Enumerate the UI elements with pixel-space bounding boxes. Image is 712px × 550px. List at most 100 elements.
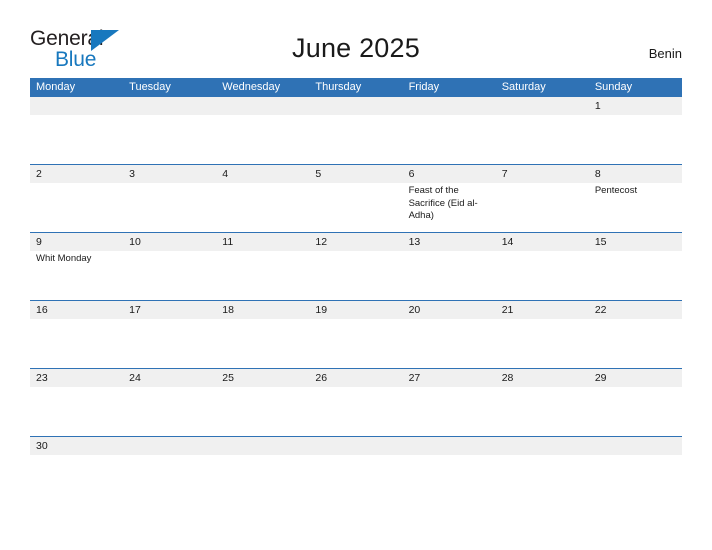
day-number <box>409 97 491 115</box>
day-number: 6 <box>408 168 415 180</box>
weekday-header-sunday: Sunday <box>594 81 633 93</box>
calendar-empty-cell <box>496 97 589 164</box>
calendar-week-row: 16 17 18 19 20 21 22 <box>30 300 682 368</box>
calendar-day-cell[interactable]: 21 <box>496 301 589 368</box>
day-number: 24 <box>129 372 141 384</box>
week-day-cells: 9 Whit Monday 10 11 12 13 14 15 <box>30 233 682 300</box>
calendar-day-cell[interactable]: 19 <box>309 301 402 368</box>
day-number: 30 <box>36 440 48 452</box>
weekday-header-row: Monday Tuesday Wednesday Thursday Friday… <box>30 78 682 97</box>
calendar-empty-cell <box>403 437 496 455</box>
calendar-weeks: 1 2 3 4 5 6 Feast of the Sacrifice (Eid al-Adh… <box>30 97 682 455</box>
weekday-header-tuesday: Tuesday <box>129 81 171 93</box>
weekday-header-friday: Friday <box>408 81 440 93</box>
calendar-week-row: 9 Whit Monday 10 11 12 13 14 15 <box>30 232 682 300</box>
holiday-event-label: Pentecost <box>594 185 638 196</box>
day-number: 29 <box>594 372 607 384</box>
calendar-day-cell[interactable]: 7 <box>496 165 589 232</box>
calendar-day-cell[interactable]: 1 <box>589 97 682 164</box>
day-number: 9 <box>36 236 42 248</box>
calendar-day-cell[interactable]: 17 <box>123 301 216 368</box>
weekday-header-saturday: Saturday <box>501 81 546 93</box>
calendar-empty-cell <box>589 437 682 455</box>
day-number: 25 <box>222 372 234 384</box>
page-title: June 2025 <box>292 33 420 63</box>
holiday-event-label: Feast of the Sacrifice (Eid al-Adha) <box>408 185 478 221</box>
day-number: 19 <box>315 304 328 316</box>
day-number: 2 <box>36 168 42 180</box>
calendar-day-cell[interactable]: 10 <box>123 233 216 300</box>
day-number: 26 <box>315 372 328 384</box>
day-number: 14 <box>501 236 514 248</box>
weekday-header-wednesday: Wednesday <box>222 81 281 93</box>
holiday-event-label: Whit Monday <box>36 253 92 264</box>
day-events: Pentecost <box>595 183 677 198</box>
calendar-day-cell[interactable]: 8 Pentecost <box>589 165 682 232</box>
week-day-cells: 1 <box>30 97 682 164</box>
calendar-day-cell[interactable]: 11 <box>216 233 309 300</box>
calendar-day-cell[interactable]: 23 <box>30 369 123 436</box>
day-number <box>502 97 584 115</box>
day-number <box>129 437 211 455</box>
day-number: 20 <box>408 304 421 316</box>
day-number: 22 <box>594 304 607 316</box>
calendar-day-cell[interactable]: 20 <box>403 301 496 368</box>
calendar-day-cell[interactable]: 29 <box>589 369 682 436</box>
calendar-empty-cell <box>309 437 402 455</box>
calendar-day-cell[interactable]: 25 <box>216 369 309 436</box>
day-number <box>129 97 211 115</box>
calendar-day-cell[interactable]: 6 Feast of the Sacrifice (Eid al-Adha) <box>403 165 496 232</box>
calendar-empty-cell <box>216 97 309 164</box>
calendar-day-cell[interactable]: 3 <box>123 165 216 232</box>
calendar-empty-cell <box>309 97 402 164</box>
day-number: 1 <box>594 100 601 112</box>
day-number: 7 <box>501 168 508 180</box>
calendar-day-cell[interactable]: 22 <box>589 301 682 368</box>
calendar-week-row: 23 24 25 26 27 28 29 <box>30 368 682 436</box>
day-number: 13 <box>408 236 421 248</box>
calendar-week-row: 2 3 4 5 6 Feast of the Sacrifice (Eid al-Adha… <box>30 164 682 232</box>
day-number: 11 <box>222 236 234 248</box>
week-day-cells: 16 17 18 19 20 21 22 <box>30 301 682 368</box>
day-number <box>36 97 118 115</box>
week-day-cells: 2 3 4 5 6 Feast of the Sacrifice (Eid al-Adha… <box>30 165 682 232</box>
calendar-day-cell[interactable]: 5 <box>309 165 402 232</box>
day-number <box>222 437 304 455</box>
calendar-day-cell[interactable]: 13 <box>403 233 496 300</box>
day-number: 15 <box>594 236 607 248</box>
calendar-day-cell[interactable]: 28 <box>496 369 589 436</box>
calendar-day-cell[interactable]: 9 Whit Monday <box>30 233 123 300</box>
calendar-day-cell[interactable]: 24 <box>123 369 216 436</box>
calendar-day-cell[interactable]: 14 <box>496 233 589 300</box>
calendar-day-cell[interactable]: 27 <box>403 369 496 436</box>
day-number: 4 <box>222 168 229 180</box>
day-number <box>315 437 397 455</box>
day-events: Whit Monday <box>36 251 118 266</box>
calendar-day-cell[interactable]: 30 <box>30 437 123 455</box>
week-day-cells: 23 24 25 26 27 28 29 <box>30 369 682 436</box>
calendar-empty-cell <box>403 97 496 164</box>
calendar-empty-cell <box>30 97 123 164</box>
calendar-day-cell[interactable]: 15 <box>589 233 682 300</box>
day-number: 12 <box>315 236 328 248</box>
calendar-empty-cell <box>123 437 216 455</box>
calendar-grid: Monday Tuesday Wednesday Thursday Friday… <box>30 78 682 455</box>
day-number: 27 <box>408 372 421 384</box>
day-number: 3 <box>129 168 135 180</box>
calendar-week-row: 1 <box>30 97 682 164</box>
day-number <box>315 97 397 115</box>
calendar-day-cell[interactable]: 12 <box>309 233 402 300</box>
calendar-day-cell[interactable]: 26 <box>309 369 402 436</box>
calendar-day-cell[interactable]: 4 <box>216 165 309 232</box>
day-number: 18 <box>222 304 234 316</box>
day-number: 21 <box>501 304 514 316</box>
day-number <box>595 437 677 455</box>
weekday-header-monday: Monday <box>36 81 76 93</box>
region-label: Benin <box>648 46 682 61</box>
calendar-day-cell[interactable]: 16 <box>30 301 123 368</box>
day-number: 23 <box>36 372 48 384</box>
calendar-day-cell[interactable]: 2 <box>30 165 123 232</box>
calendar-day-cell[interactable]: 18 <box>216 301 309 368</box>
page-header: General Blue June 2025 Benin <box>0 0 712 78</box>
day-number: 10 <box>129 236 141 248</box>
